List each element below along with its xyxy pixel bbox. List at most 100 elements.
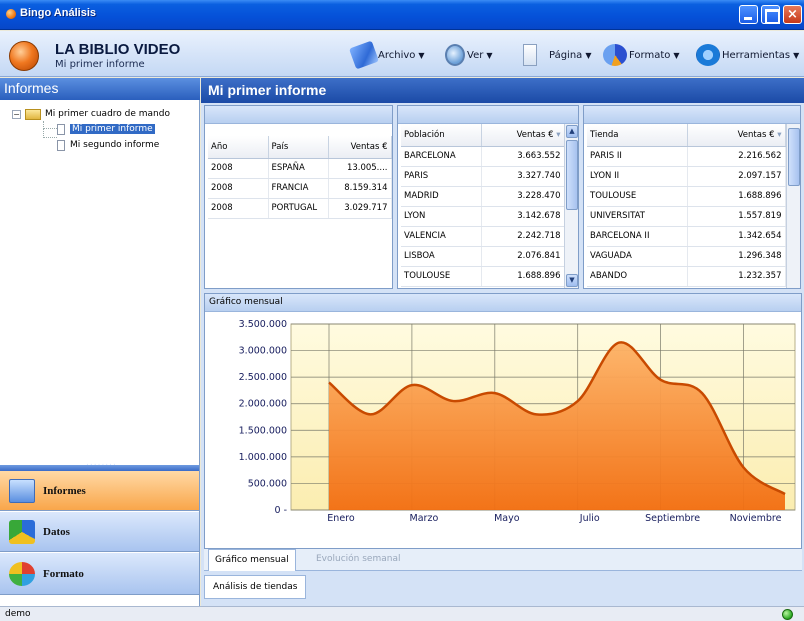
monthly-sales-chart: 3.500.000 3.000.000 2.500.000 2.000.000 1.50… <box>239 319 796 524</box>
cell: LISBOA <box>401 246 482 267</box>
column-header-ventas[interactable]: Ventas € <box>328 136 392 159</box>
cell: UNIVERSITAT <box>587 206 688 227</box>
header-subtitle: Mi primer informe <box>55 59 145 70</box>
vertical-scrollbar[interactable] <box>786 124 800 288</box>
close-button[interactable]: × <box>783 5 802 24</box>
grid-panel-header <box>398 106 578 124</box>
toolbar-archivo-button[interactable]: Archivo ▼ <box>348 40 425 70</box>
nav-informes-button[interactable]: Informes <box>0 471 199 511</box>
tree-item-root[interactable]: − Mi primer cuadro de mando <box>12 107 170 121</box>
tree-item-mi-segundo-informe[interactable]: Mi segundo informe <box>57 138 159 152</box>
maximize-button[interactable] <box>761 5 780 24</box>
cell: 3.142.678 <box>481 206 565 227</box>
cell: 3.029.717 <box>328 198 392 219</box>
table-row[interactable]: ABANDO 1.232.357 <box>587 266 786 287</box>
vertical-scrollbar[interactable]: ▲ ▼ <box>564 124 578 288</box>
status-text: demo <box>5 609 31 619</box>
scroll-down-icon[interactable]: ▼ <box>566 274 578 287</box>
chevron-down-icon: ▼ <box>793 50 800 60</box>
table-row[interactable]: PARIS 3.327.740 <box>401 166 565 187</box>
table-row[interactable]: 2008 FRANCIA 8.159.314 <box>208 178 392 199</box>
cell: 3.228.470 <box>481 186 565 207</box>
cell: 3.327.740 <box>481 166 565 187</box>
chart-tabs: Gráfico mensual Evolución semanal <box>204 549 802 571</box>
cell: 1.342.654 <box>687 226 786 247</box>
y-tick-label: 3.500.000 <box>239 319 287 330</box>
nav-formato-button[interactable]: Formato <box>0 553 199 595</box>
table-row[interactable]: VAGUADA 1.296.348 <box>587 246 786 267</box>
toolbar-archivo-label: Archivo <box>378 49 416 61</box>
toolbar-ver-label: Ver <box>467 49 484 61</box>
cell: PARIS <box>401 166 482 187</box>
table-row[interactable]: BARCELONA II 1.342.654 <box>587 226 786 247</box>
cell: 2.242.718 <box>481 226 565 247</box>
cell: 3.663.552 <box>481 146 565 167</box>
cell: BARCELONA <box>401 146 482 167</box>
minimize-button[interactable] <box>739 5 758 24</box>
header-title: LA BIBLIO VIDEO <box>55 41 181 58</box>
cell: PORTUGAL <box>268 198 329 219</box>
column-header-pais[interactable]: País <box>268 136 329 159</box>
table-row[interactable]: TOULOUSE 1.688.896 <box>401 266 565 287</box>
table-row[interactable]: UNIVERSITAT 1.557.819 <box>587 206 786 227</box>
toolbar-ver-button[interactable]: Ver ▼ <box>445 43 492 67</box>
table-row[interactable]: LYON II 2.097.157 <box>587 166 786 187</box>
nav-datos-button[interactable]: Datos <box>0 512 199 552</box>
table-row[interactable]: 2008 PORTUGAL 3.029.717 <box>208 198 392 219</box>
y-tick-label: 2.000.000 <box>239 399 287 410</box>
scroll-up-icon[interactable]: ▲ <box>566 125 578 138</box>
chevron-down-icon: ▼ <box>418 50 425 60</box>
table-row[interactable]: 2008 ESPAÑA 13.005.... <box>208 158 392 179</box>
grid-panel-header <box>205 106 392 124</box>
grid-panel-header <box>584 106 800 124</box>
sidebar: Informes − Mi primer cuadro de mando Mi … <box>0 78 200 606</box>
column-header-ventas[interactable]: Ventas € ▾ <box>481 124 565 147</box>
archivo-icon <box>348 40 380 70</box>
chart-panel-title: Gráfico mensual <box>205 294 801 312</box>
app-logo <box>9 41 39 71</box>
chevron-down-icon: ▼ <box>486 50 493 60</box>
table-row[interactable]: BARCELONA 3.663.552 <box>401 146 565 167</box>
tab-evolucion-semanal[interactable]: Evolución semanal <box>310 549 406 571</box>
cell: 1.557.819 <box>687 206 786 227</box>
report-icon <box>57 123 65 135</box>
grid-tienda: Tienda Ventas € ▾ PARIS II 2.216.562 LYON… <box>583 105 801 289</box>
tree-connector <box>43 129 57 138</box>
table-row[interactable]: LISBOA 2.076.841 <box>401 246 565 267</box>
app-header: LA BIBLIO VIDEO Mi primer informe Archiv… <box>0 31 804 77</box>
column-header-ano[interactable]: Año <box>208 136 269 159</box>
cell: 1.232.357 <box>687 266 786 287</box>
tree-item-mi-primer-informe[interactable]: Mi primer informe <box>57 122 155 136</box>
table-row[interactable]: LYON 3.142.678 <box>401 206 565 227</box>
toolbar-formato-label: Formato <box>629 49 671 61</box>
table-row[interactable]: MADRID 3.228.470 <box>401 186 565 207</box>
cell: 1.296.348 <box>687 246 786 267</box>
column-header-ventas[interactable]: Ventas € ▾ <box>687 124 786 147</box>
table-row[interactable]: TOULOUSE 1.688.896 <box>587 186 786 207</box>
cell: ESPAÑA <box>268 158 329 179</box>
chart-panel: Gráfico mensual 3.500.000 3.000.000 2.500.… <box>204 293 802 549</box>
cell: VALENCIA <box>401 226 482 247</box>
cell: LYON <box>401 206 482 227</box>
tab-grafico-mensual[interactable]: Gráfico mensual <box>208 549 296 571</box>
magnifier-icon <box>445 44 465 66</box>
toolbar-formato-button[interactable]: Formato ▼ <box>603 43 680 67</box>
table-row[interactable]: VALENCIA 2.242.718 <box>401 226 565 247</box>
nav-label: Formato <box>43 567 84 580</box>
column-header-poblacion[interactable]: Población <box>401 124 482 147</box>
cell: MADRID <box>401 186 482 207</box>
table-row[interactable]: PARIS II 2.216.562 <box>587 146 786 167</box>
toolbar-herramientas-button[interactable]: Herramientas ▼ <box>696 43 799 67</box>
cell: BARCELONA II <box>587 226 688 247</box>
scroll-thumb[interactable] <box>788 128 800 186</box>
toolbar-pagina-button[interactable]: Página ▼ <box>523 43 591 67</box>
y-tick-label: 1.000.000 <box>239 452 287 463</box>
table-tienda: Tienda Ventas € ▾ PARIS II 2.216.562 LYON… <box>587 124 786 287</box>
x-tick-label: Noviembre <box>730 513 782 524</box>
column-header-tienda[interactable]: Tienda <box>587 124 688 147</box>
collapse-icon[interactable]: − <box>12 109 21 119</box>
scroll-thumb[interactable] <box>566 140 578 210</box>
tab-analisis-tiendas[interactable]: Análisis de tiendas <box>204 575 307 599</box>
status-bar: demo <box>0 606 804 621</box>
nav-label: Datos <box>43 525 70 538</box>
